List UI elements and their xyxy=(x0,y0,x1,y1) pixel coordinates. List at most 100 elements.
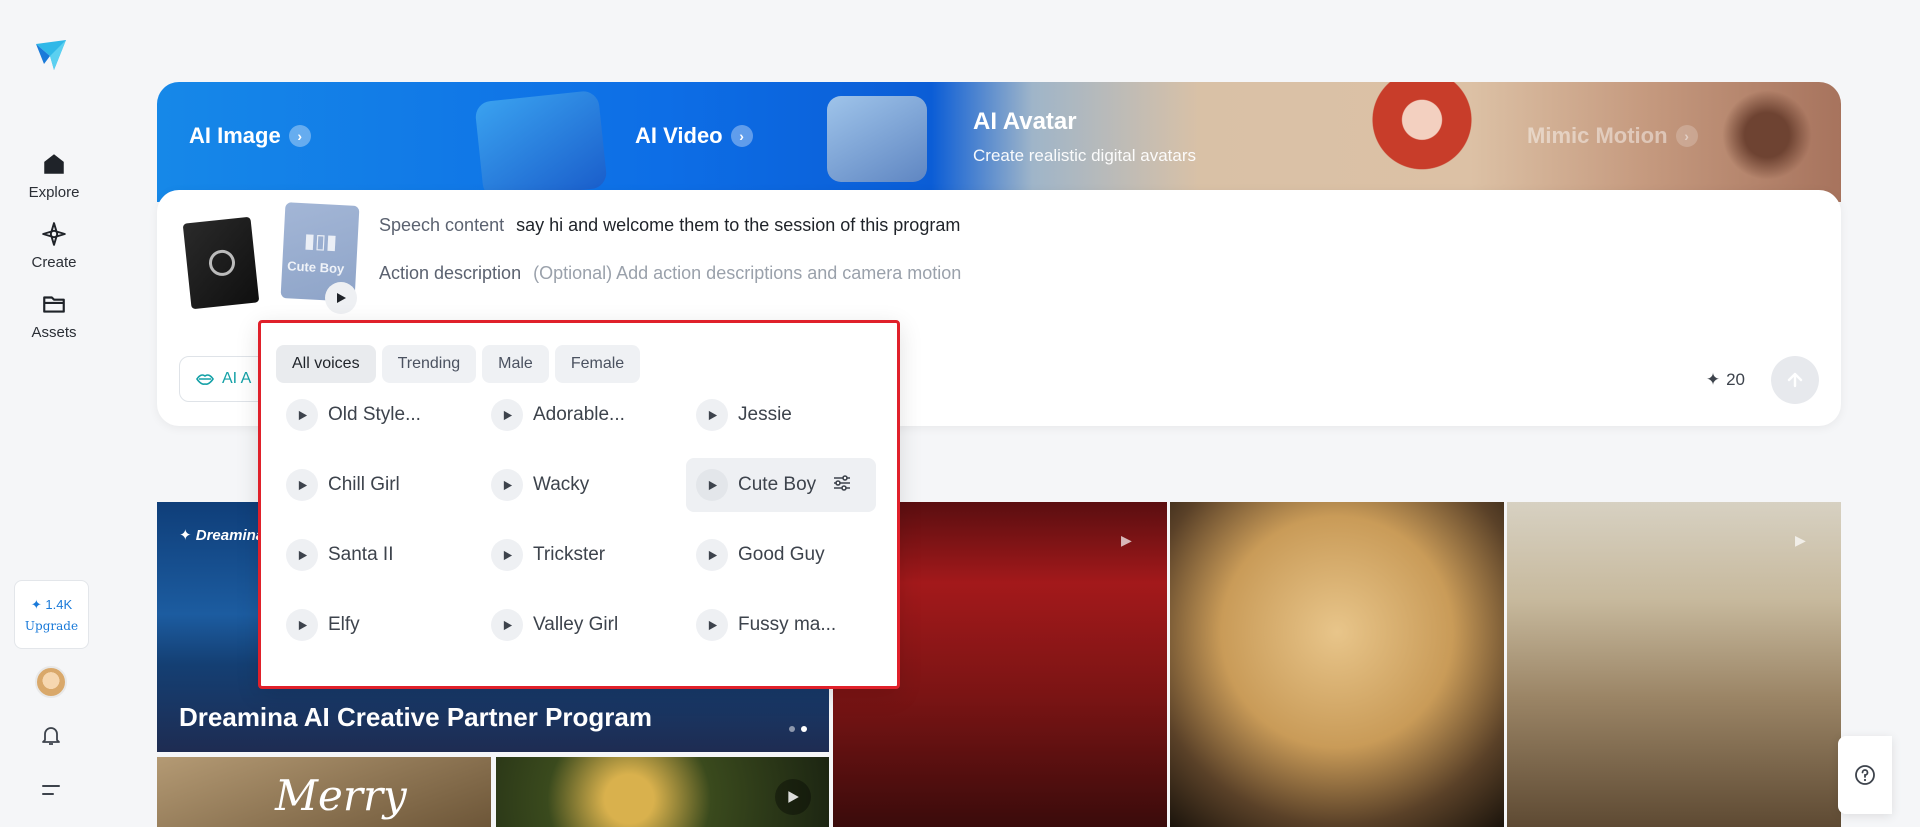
voice-play-button[interactable] xyxy=(491,539,523,571)
credits-upgrade-box[interactable]: ✦ 1.4K Upgrade xyxy=(14,580,89,649)
dreamina-logo[interactable] xyxy=(30,34,72,76)
voice-option[interactable]: Cute Boy xyxy=(686,458,876,512)
voice-play-button[interactable] xyxy=(696,539,728,571)
help-button[interactable] xyxy=(1838,736,1892,814)
gallery-card-gift-portrait[interactable] xyxy=(1170,502,1504,827)
voice-option[interactable]: Jessie xyxy=(686,388,876,442)
folder-icon xyxy=(40,290,68,318)
arrow-up-icon xyxy=(1787,372,1803,388)
video-icon: ▶ xyxy=(1795,532,1806,548)
home-icon xyxy=(40,150,68,178)
play-icon xyxy=(503,480,512,490)
menu-icon[interactable] xyxy=(39,778,63,802)
action-description-input[interactable]: (Optional) Add action descriptions and c… xyxy=(533,263,961,284)
play-button[interactable] xyxy=(775,779,811,815)
play-icon xyxy=(503,410,512,420)
voice-name: Good Guy xyxy=(738,544,825,565)
tab-ai-avatar-subtitle: Create realistic digital avatars xyxy=(973,146,1196,165)
user-avatar[interactable] xyxy=(35,666,67,698)
voice-name: Wacky xyxy=(533,474,590,495)
voice-play-button[interactable] xyxy=(286,399,318,431)
nav-explore[interactable]: Explore xyxy=(14,150,94,212)
voice-option[interactable]: Trickster xyxy=(481,528,671,582)
voice-play-button[interactable] xyxy=(491,469,523,501)
voice-play-button[interactable] xyxy=(696,469,728,501)
voice-play-button[interactable] xyxy=(696,399,728,431)
voice-name: Chill Girl xyxy=(328,474,400,495)
voice-option[interactable]: Old Style... xyxy=(276,388,466,442)
carousel-dot-active[interactable] xyxy=(801,726,807,732)
voice-option[interactable]: Chill Girl xyxy=(276,458,466,512)
play-icon xyxy=(337,293,346,303)
voice-name: Trickster xyxy=(533,544,606,565)
gallery-card-merry[interactable]: Merry xyxy=(157,757,491,827)
nav-assets[interactable]: Assets xyxy=(14,290,94,352)
filter-trending[interactable]: Trending xyxy=(381,345,477,383)
audio-wave-icon: ▮▯▮ xyxy=(303,230,338,254)
gallery-card-champagne[interactable] xyxy=(496,757,829,827)
nav-create[interactable]: Create xyxy=(14,220,94,282)
chevron-right-icon: › xyxy=(288,125,311,147)
dreamina-brand: ✦ Dreamina xyxy=(179,527,265,544)
lips-icon xyxy=(196,374,214,385)
voice-play-button[interactable] xyxy=(286,539,318,571)
tab-ai-image[interactable]: AI Image › xyxy=(189,82,311,190)
play-icon xyxy=(503,620,512,630)
voice-name: Old Style... xyxy=(328,404,421,425)
voice-option[interactable]: Santa II xyxy=(276,528,466,582)
generate-button[interactable] xyxy=(1771,356,1819,404)
voice-picker-popover: All voices Trending Male Female Old Styl… xyxy=(258,320,900,689)
bell-icon[interactable] xyxy=(39,723,63,747)
play-icon xyxy=(708,480,717,490)
nav-create-label: Create xyxy=(31,254,77,271)
voice-play-button[interactable] xyxy=(491,609,523,641)
voice-play-button[interactable] xyxy=(696,609,728,641)
tab-mimic-motion-label: Mimic Motion xyxy=(1527,123,1668,148)
credit-cost-value: 20 xyxy=(1726,370,1745,389)
chevron-right-icon: › xyxy=(1675,125,1698,147)
feature-banner: AI Image › AI Video › AI Avatar Create r… xyxy=(157,82,1841,202)
upgrade-link[interactable]: Upgrade xyxy=(25,619,78,633)
tab-mimic-motion[interactable]: Mimic Motion › xyxy=(1527,82,1698,190)
voice-filter-chips: All voices Trending Male Female xyxy=(276,345,641,383)
voice-option[interactable]: Wacky xyxy=(481,458,671,512)
whale-artwork xyxy=(474,89,608,201)
filter-male[interactable]: Male xyxy=(482,345,549,383)
play-icon xyxy=(788,791,799,803)
voice-option[interactable]: Good Guy xyxy=(686,528,876,582)
carousel-dot[interactable] xyxy=(789,726,795,732)
speech-content-input[interactable]: say hi and welcome them to the session o… xyxy=(516,215,960,236)
voice-name: Cute Boy xyxy=(738,474,817,495)
jet-artwork xyxy=(827,96,927,182)
voice-option[interactable]: Elfy xyxy=(276,598,466,652)
voice-option[interactable]: Fussy ma... xyxy=(686,598,876,652)
voice-play-button[interactable] xyxy=(286,609,318,641)
voice-name: Fussy ma... xyxy=(738,614,837,635)
speech-content-row[interactable]: Speech content say hi and welcome them t… xyxy=(379,215,960,236)
avatar-girl-artwork xyxy=(1367,82,1477,190)
voice-play-button[interactable] xyxy=(286,469,318,501)
voice-play-button[interactable] xyxy=(491,399,523,431)
credit-star-icon: ✦ xyxy=(1705,370,1721,389)
tab-ai-avatar[interactable]: AI Avatar Create realistic digital avata… xyxy=(973,108,1196,166)
merry-text: Merry xyxy=(275,771,407,820)
tab-ai-video[interactable]: AI Video › xyxy=(635,82,753,190)
video-icon: ▶ xyxy=(1121,532,1132,548)
left-rail: Explore Create Assets ✦ 1.4K Upgrade xyxy=(0,0,108,827)
gallery-card-eiffel-tower[interactable]: ▶ xyxy=(1507,502,1841,827)
play-icon xyxy=(298,410,307,420)
tab-ai-video-label: AI Video xyxy=(635,123,723,148)
play-icon xyxy=(708,410,717,420)
voice-option[interactable]: Valley Girl xyxy=(481,598,671,652)
voice-option[interactable]: Adorable... xyxy=(481,388,671,442)
action-description-row[interactable]: Action description (Optional) Add action… xyxy=(379,263,961,284)
voice-name: Elfy xyxy=(328,614,360,635)
character-image-thumbnail[interactable] xyxy=(182,216,260,310)
filter-female[interactable]: Female xyxy=(554,345,641,383)
tab-ai-avatar-label: AI Avatar xyxy=(973,108,1077,135)
voice-preview-play-button[interactable] xyxy=(325,282,357,314)
nav-assets-label: Assets xyxy=(31,324,77,341)
filter-all-voices[interactable]: All voices xyxy=(276,345,376,383)
adjust-settings-icon[interactable] xyxy=(832,474,852,497)
ai-avatar-mode-button[interactable]: AI A xyxy=(179,356,269,402)
